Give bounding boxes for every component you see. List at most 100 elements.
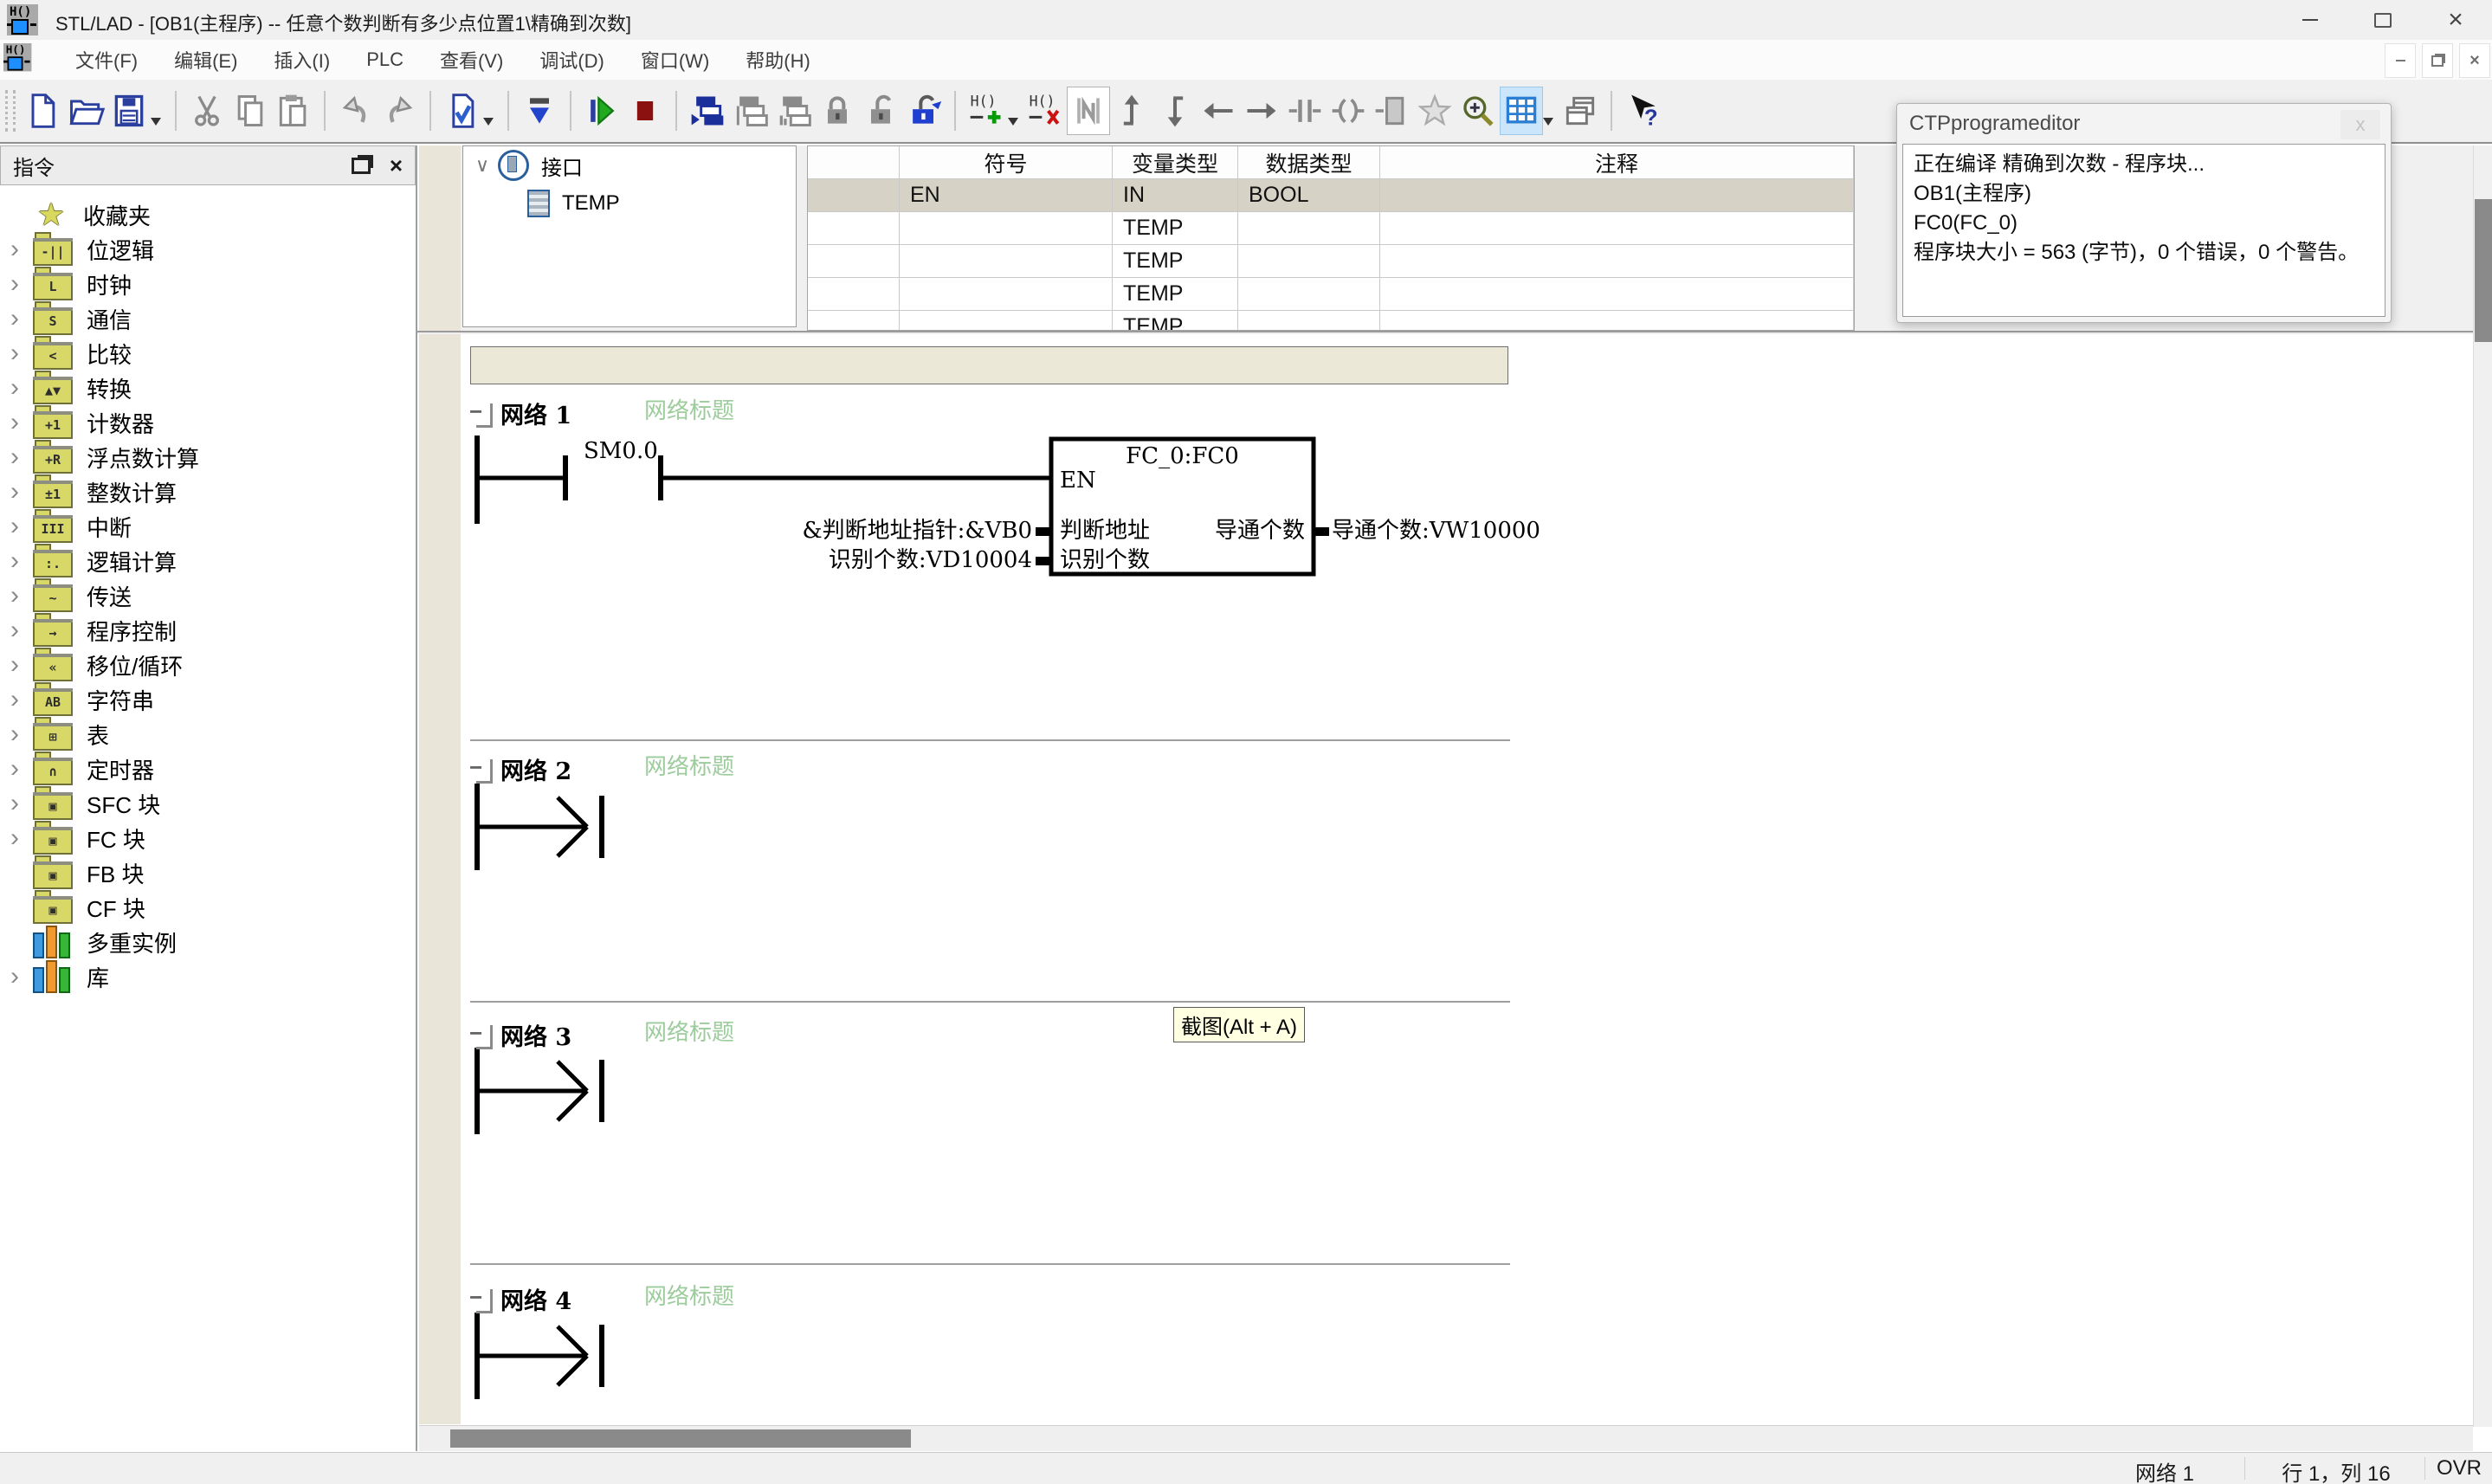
new-file-button[interactable] [21, 87, 64, 135]
line-up-button[interactable] [1110, 87, 1153, 135]
header-cell-vartype[interactable]: 变量类型 [1113, 146, 1238, 179]
menu-help[interactable]: 帮助(H) [727, 46, 829, 74]
menu-plc[interactable]: PLC [348, 48, 422, 71]
var-cell-comment[interactable] [1380, 311, 1854, 331]
header-cell-datatype[interactable]: 数据类型 [1238, 146, 1380, 179]
chevron-right-icon[interactable]: › [0, 513, 33, 539]
network4-title[interactable]: 网络标题 [644, 1279, 734, 1311]
var-cell-comment[interactable] [1380, 212, 1854, 245]
zoom-button[interactable] [1456, 87, 1500, 135]
network4-label[interactable]: 网络 4 [500, 1282, 571, 1316]
save-dropdown-icon[interactable] [151, 118, 161, 126]
context-help-button[interactable]: ? [1621, 87, 1664, 135]
network3-collapse-icon[interactable]: − [471, 1023, 499, 1051]
sidebar-item-7[interactable]: ›+1计数器 [0, 405, 416, 440]
var-cell-var_type[interactable]: TEMP [1113, 212, 1238, 245]
vertical-scrollbar-thumb[interactable] [2475, 199, 2492, 342]
interface-temp-row[interactable]: TEMP [463, 184, 796, 223]
toolbar-grip[interactable] [5, 90, 16, 132]
network2-collapse-icon[interactable]: − [471, 758, 499, 785]
chevron-right-icon[interactable]: › [0, 306, 33, 332]
chevron-right-icon[interactable]: › [0, 340, 33, 366]
chevron-right-icon[interactable]: › [0, 271, 33, 297]
data-blocks-button[interactable] [729, 87, 772, 135]
delete-network-button[interactable]: H() [1023, 87, 1067, 135]
sidebar-item-9[interactable]: ›±1整数计算 [0, 474, 416, 509]
copy-button[interactable] [229, 87, 272, 135]
sidebar-item-2[interactable]: ›-||位逻辑 [0, 232, 416, 267]
redo-button[interactable] [378, 87, 421, 135]
run-button[interactable] [580, 87, 623, 135]
table-view-dropdown-icon[interactable] [1543, 118, 1553, 126]
var-cell-symbol[interactable] [900, 212, 1113, 245]
var-table-row[interactable]: ENINBOOL [808, 179, 1854, 212]
network1-collapse-icon[interactable]: − [471, 402, 499, 429]
sidebar-item-10[interactable]: ›III中断 [0, 509, 416, 544]
chevron-right-icon[interactable]: › [0, 687, 33, 713]
output-operand[interactable]: 导通个数:VW10000 [1332, 518, 1540, 544]
minimize-button[interactable] [2274, 0, 2347, 40]
sidebar-item-18[interactable]: ›▣SFC 块 [0, 786, 416, 821]
var-cell-var_type[interactable]: TEMP [1113, 245, 1238, 278]
insert-coil-button[interactable] [1327, 87, 1370, 135]
var-cell-data_type[interactable]: BOOL [1238, 179, 1380, 212]
row-header-cell[interactable] [808, 278, 900, 311]
vertical-scrollbar[interactable] [2473, 145, 2492, 1427]
var-cell-data_type[interactable] [1238, 212, 1380, 245]
cut-button[interactable] [185, 87, 229, 135]
menu-debug[interactable]: 调试(D) [521, 46, 623, 74]
close-button[interactable]: × [2419, 0, 2492, 40]
move-right-button[interactable] [1240, 87, 1283, 135]
var-cell-data_type[interactable] [1238, 278, 1380, 311]
var-cell-var_type[interactable]: TEMP [1113, 278, 1238, 311]
stop-button[interactable] [623, 87, 667, 135]
chevron-down-icon[interactable]: ∨ [463, 154, 498, 177]
row-header-cell[interactable] [808, 212, 900, 245]
sidebar-item-11[interactable]: ›:.逻辑计算 [0, 544, 416, 578]
var-table-row[interactable]: TEMP [808, 311, 1854, 331]
row-header-cell[interactable] [808, 245, 900, 278]
row-header-cell[interactable] [808, 179, 900, 212]
insert-contact-button[interactable] [1283, 87, 1327, 135]
chevron-right-icon[interactable]: › [0, 375, 33, 401]
sidebar-item-16[interactable]: ›⊞表 [0, 717, 416, 752]
sidebar-item-20[interactable]: ▣FB 块 [0, 855, 416, 890]
insert-network-dropdown-icon[interactable] [1008, 118, 1018, 126]
mdi-close-button[interactable]: × [2459, 43, 2490, 78]
line-down-button[interactable] [1153, 87, 1197, 135]
sidebar-item-15[interactable]: ›AB字符串 [0, 682, 416, 717]
var-table-row[interactable]: TEMP [808, 245, 1854, 278]
sidebar-item-1[interactable]: ★收藏夹 [0, 197, 416, 232]
save-button[interactable] [107, 87, 151, 135]
sidebar-item-13[interactable]: ›→程序控制 [0, 613, 416, 648]
sidebar-item-22[interactable]: 多重实例 [0, 925, 416, 959]
chevron-right-icon[interactable]: › [0, 410, 33, 436]
interface-root-row[interactable]: ∨ 接口 [463, 146, 796, 184]
lock-button[interactable] [816, 87, 859, 135]
popup-close-icon[interactable]: x [2340, 110, 2380, 139]
sidebar-item-23[interactable]: ›库 [0, 959, 416, 994]
menu-window[interactable]: 窗口(W) [623, 46, 727, 74]
favorites-button[interactable] [1413, 87, 1456, 135]
chevron-right-icon[interactable]: › [0, 825, 33, 851]
chevron-right-icon[interactable]: › [0, 652, 33, 678]
var-cell-symbol[interactable] [900, 278, 1113, 311]
menu-file[interactable]: 文件(F) [57, 46, 156, 74]
var-cell-symbol[interactable] [900, 311, 1113, 331]
chevron-right-icon[interactable]: › [0, 444, 33, 470]
compile-button[interactable] [440, 87, 483, 135]
toggle-negate-button[interactable] [1067, 87, 1110, 135]
sidebar-item-5[interactable]: ›<比较 [0, 336, 416, 371]
sidebar-item-12[interactable]: ›~传送 [0, 578, 416, 613]
sidebar-item-19[interactable]: ›▣FC 块 [0, 821, 416, 855]
network2-label[interactable]: 网络 2 [500, 752, 571, 786]
var-cell-comment[interactable] [1380, 245, 1854, 278]
var-cell-comment[interactable] [1380, 179, 1854, 212]
unlock-button[interactable] [859, 87, 902, 135]
sidebar-item-21[interactable]: ▣CF 块 [0, 890, 416, 925]
undo-button[interactable] [334, 87, 378, 135]
chevron-right-icon[interactable]: › [0, 548, 33, 574]
input1-operand[interactable]: &判断地址指针:&VB0 [618, 518, 1032, 544]
row-header-cell[interactable] [808, 311, 900, 331]
menu-edit[interactable]: 编辑(E) [156, 46, 255, 74]
